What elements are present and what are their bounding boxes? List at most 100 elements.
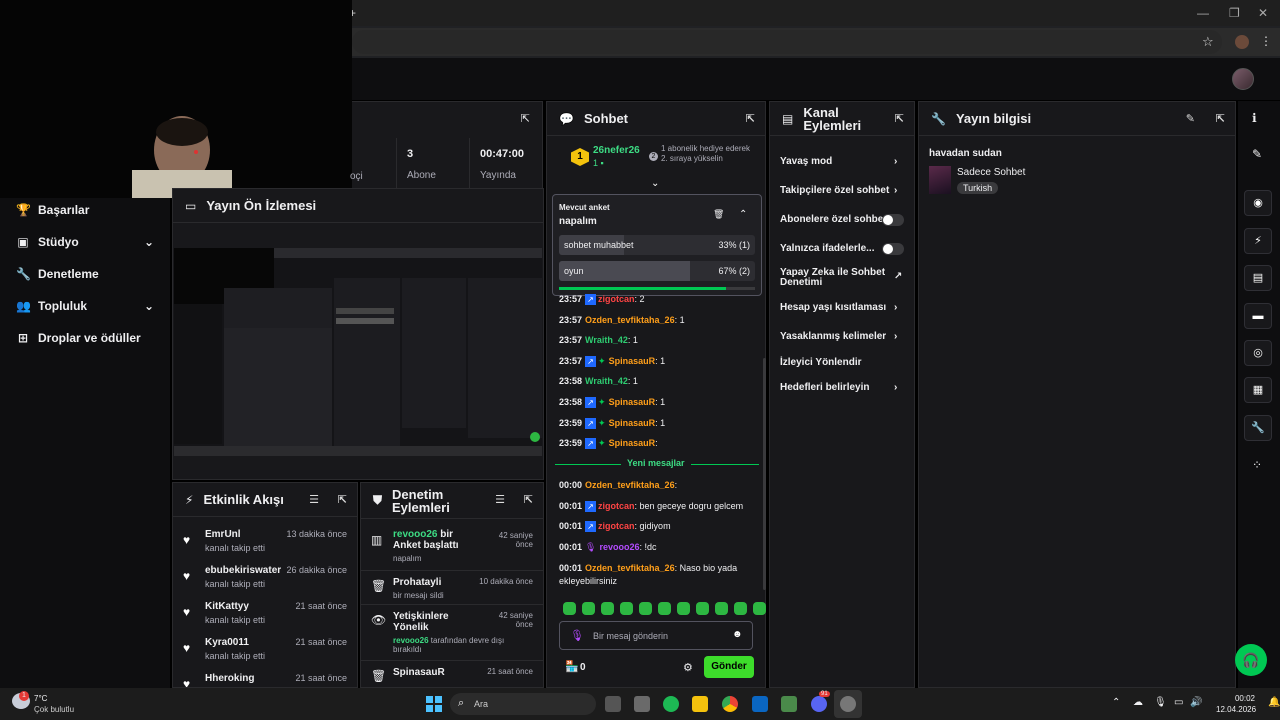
url-field[interactable] bbox=[352, 30, 1222, 54]
mail-icon[interactable] bbox=[752, 696, 768, 712]
chat-scrollbar[interactable] bbox=[763, 358, 766, 590]
profile-avatar[interactable] bbox=[1235, 35, 1249, 49]
blocked-terms-action[interactable]: Yasaklanmış kelimeler › bbox=[780, 331, 908, 342]
browser-menu-icon[interactable]: ⋮ bbox=[1260, 34, 1272, 48]
message-user[interactable]: Ozden_tevfiktaha_26 bbox=[585, 315, 675, 325]
chat-input[interactable]: 🎙 Bir mesaj gönderin ☻ bbox=[559, 621, 753, 650]
nav-item-moderation[interactable]: 🔧 Denetleme bbox=[16, 262, 99, 286]
popout-icon[interactable]: ⇱ bbox=[338, 493, 347, 506]
popout-icon[interactable]: ⇱ bbox=[1216, 112, 1225, 125]
stream-tag[interactable]: Turkish bbox=[957, 182, 999, 194]
emote-icon[interactable] bbox=[620, 602, 633, 615]
send-button[interactable]: Gönder bbox=[704, 656, 754, 678]
taskbar-search[interactable]: ⌕ Ara bbox=[450, 693, 596, 715]
message-user[interactable]: revooo26 bbox=[599, 542, 639, 552]
chevron-up-icon[interactable]: ⌃ bbox=[1112, 697, 1120, 708]
camera-icon[interactable]: ◉ bbox=[1244, 190, 1272, 216]
document-icon[interactable]: ▤ bbox=[1244, 265, 1272, 291]
clock-date[interactable]: 12.04.2026 bbox=[1216, 705, 1256, 714]
broadcast-icon[interactable]: ◎ bbox=[1244, 340, 1272, 366]
activity-user[interactable]: EmrUnl bbox=[205, 529, 241, 540]
minimize-button[interactable]: — bbox=[1197, 6, 1209, 20]
message-user[interactable]: SpinasauR bbox=[609, 356, 656, 366]
emote-icon[interactable] bbox=[734, 602, 747, 615]
emote-only-action[interactable]: Yalnızca ifadelerle... bbox=[780, 243, 908, 255]
slow-mode-action[interactable]: Yavaş mod › bbox=[780, 156, 908, 167]
popout-icon[interactable]: ⇱ bbox=[524, 493, 533, 506]
filter-icon[interactable]: ☰ bbox=[495, 493, 505, 506]
emote-icon[interactable] bbox=[582, 602, 595, 615]
trash-icon[interactable]: 🗑 bbox=[713, 209, 724, 220]
bookmark-star-icon[interactable]: ☆ bbox=[1202, 34, 1214, 50]
activity-user[interactable]: Hheroking bbox=[205, 673, 254, 684]
message-user[interactable]: Ozden_tevfiktaha_26 bbox=[585, 563, 675, 573]
app-icon[interactable] bbox=[781, 696, 797, 712]
stream-preview-video[interactable] bbox=[174, 248, 542, 456]
discord-icon[interactable] bbox=[811, 696, 827, 712]
chevron-down-icon[interactable]: ⌄ bbox=[651, 178, 659, 189]
message-user[interactable]: SpinasauR bbox=[609, 418, 656, 428]
wrench-icon[interactable]: 🔧 bbox=[1244, 415, 1272, 441]
emote-icon[interactable] bbox=[677, 602, 690, 615]
emote-icon[interactable] bbox=[563, 602, 576, 615]
network-icon[interactable]: ▭ bbox=[1174, 697, 1183, 708]
emote-icon[interactable] bbox=[753, 602, 766, 615]
emote-icon[interactable] bbox=[715, 602, 728, 615]
spotify-icon[interactable] bbox=[663, 696, 679, 712]
subscribers-only-toggle[interactable] bbox=[882, 214, 904, 226]
mic-icon[interactable]: 🎙 bbox=[1154, 697, 1167, 708]
cloud-icon[interactable]: ☁ bbox=[1133, 697, 1143, 708]
nav-item-studio[interactable]: ▣ Stüdyo ⌄ bbox=[16, 230, 154, 254]
chat-bubble-icon[interactable]: ▬ bbox=[1244, 303, 1272, 329]
filter-icon[interactable]: ☰ bbox=[309, 493, 319, 506]
edit-pencil-icon[interactable]: ✎ bbox=[1186, 112, 1195, 125]
emote-icon[interactable] bbox=[601, 602, 614, 615]
bolt-icon[interactable]: ⚡ bbox=[1244, 228, 1272, 254]
mod-user[interactable]: revooo26 bbox=[393, 636, 429, 645]
gear-icon[interactable]: ⚙ bbox=[683, 661, 693, 674]
nav-item-community[interactable]: 👥 Topluluk ⌄ bbox=[16, 294, 154, 318]
mod-user[interactable]: revooo26 bbox=[393, 529, 437, 540]
clock-time[interactable]: 00:02 bbox=[1226, 694, 1264, 703]
leaderboard-user[interactable]: 26nefer26 bbox=[593, 145, 640, 156]
message-user[interactable]: zigotcan bbox=[598, 521, 635, 531]
edit-pencil-icon[interactable]: ✎ bbox=[1252, 147, 1262, 161]
task-view-icon[interactable] bbox=[605, 696, 621, 712]
message-user[interactable]: zigotcan bbox=[598, 294, 635, 304]
user-avatar[interactable] bbox=[1232, 68, 1254, 90]
store-icon[interactable] bbox=[634, 696, 650, 712]
notification-icon[interactable]: 🔔 bbox=[1268, 697, 1280, 708]
obs-icon[interactable] bbox=[840, 696, 856, 712]
restore-button[interactable]: ❐ bbox=[1229, 6, 1240, 20]
windows-start-icon[interactable] bbox=[426, 696, 442, 712]
community-icon[interactable]: ⁘ bbox=[1252, 458, 1262, 472]
nav-item-drops[interactable]: ⊞ Droplar ve ödüller bbox=[16, 326, 141, 350]
subscribers-only-action[interactable]: Abonelere özel sohbet bbox=[780, 214, 908, 226]
activity-user[interactable]: ebubekiriswater bbox=[205, 565, 281, 576]
message-user[interactable]: zigotcan bbox=[598, 501, 635, 511]
chrome-icon[interactable] bbox=[722, 696, 738, 712]
volume-icon[interactable]: 🔊 bbox=[1190, 697, 1202, 708]
activity-user[interactable]: Kyra0011 bbox=[205, 637, 249, 648]
collapse-icon[interactable]: ⌃ bbox=[739, 209, 747, 220]
message-user[interactable]: SpinasauR bbox=[609, 397, 656, 407]
channel-icon[interactable]: ▦ bbox=[1244, 377, 1272, 403]
message-user[interactable]: Wraith_42 bbox=[585, 335, 628, 345]
popout-icon[interactable]: ⇱ bbox=[746, 112, 755, 125]
close-window-button[interactable]: ✕ bbox=[1258, 6, 1268, 20]
goals-action[interactable]: Hedefleri belirleyin › bbox=[780, 382, 908, 393]
message-user[interactable]: Wraith_42 bbox=[585, 376, 628, 386]
activity-user[interactable]: KitKattyy bbox=[205, 601, 249, 612]
emote-icon[interactable] bbox=[639, 602, 652, 615]
emote-only-toggle[interactable] bbox=[882, 243, 904, 255]
info-icon[interactable]: ℹ bbox=[1252, 111, 1257, 125]
ai-moderation-action[interactable]: Yapay Zeka ile Sohbet Denetimi ↗ bbox=[780, 268, 902, 288]
channel-points-icon[interactable]: 🏪 bbox=[565, 660, 579, 673]
followers-only-action[interactable]: Takipçilere özel sohbet › bbox=[780, 185, 908, 196]
help-chat-icon[interactable]: 🎧 bbox=[1235, 644, 1267, 676]
raid-action[interactable]: İzleyici Yönlendir bbox=[780, 357, 908, 368]
message-user[interactable]: Ozden_tevfiktaha_26 bbox=[585, 480, 675, 490]
popout-icon[interactable]: ⇱ bbox=[895, 112, 904, 125]
file-explorer-icon[interactable] bbox=[692, 696, 708, 712]
emote-icon[interactable] bbox=[658, 602, 671, 615]
